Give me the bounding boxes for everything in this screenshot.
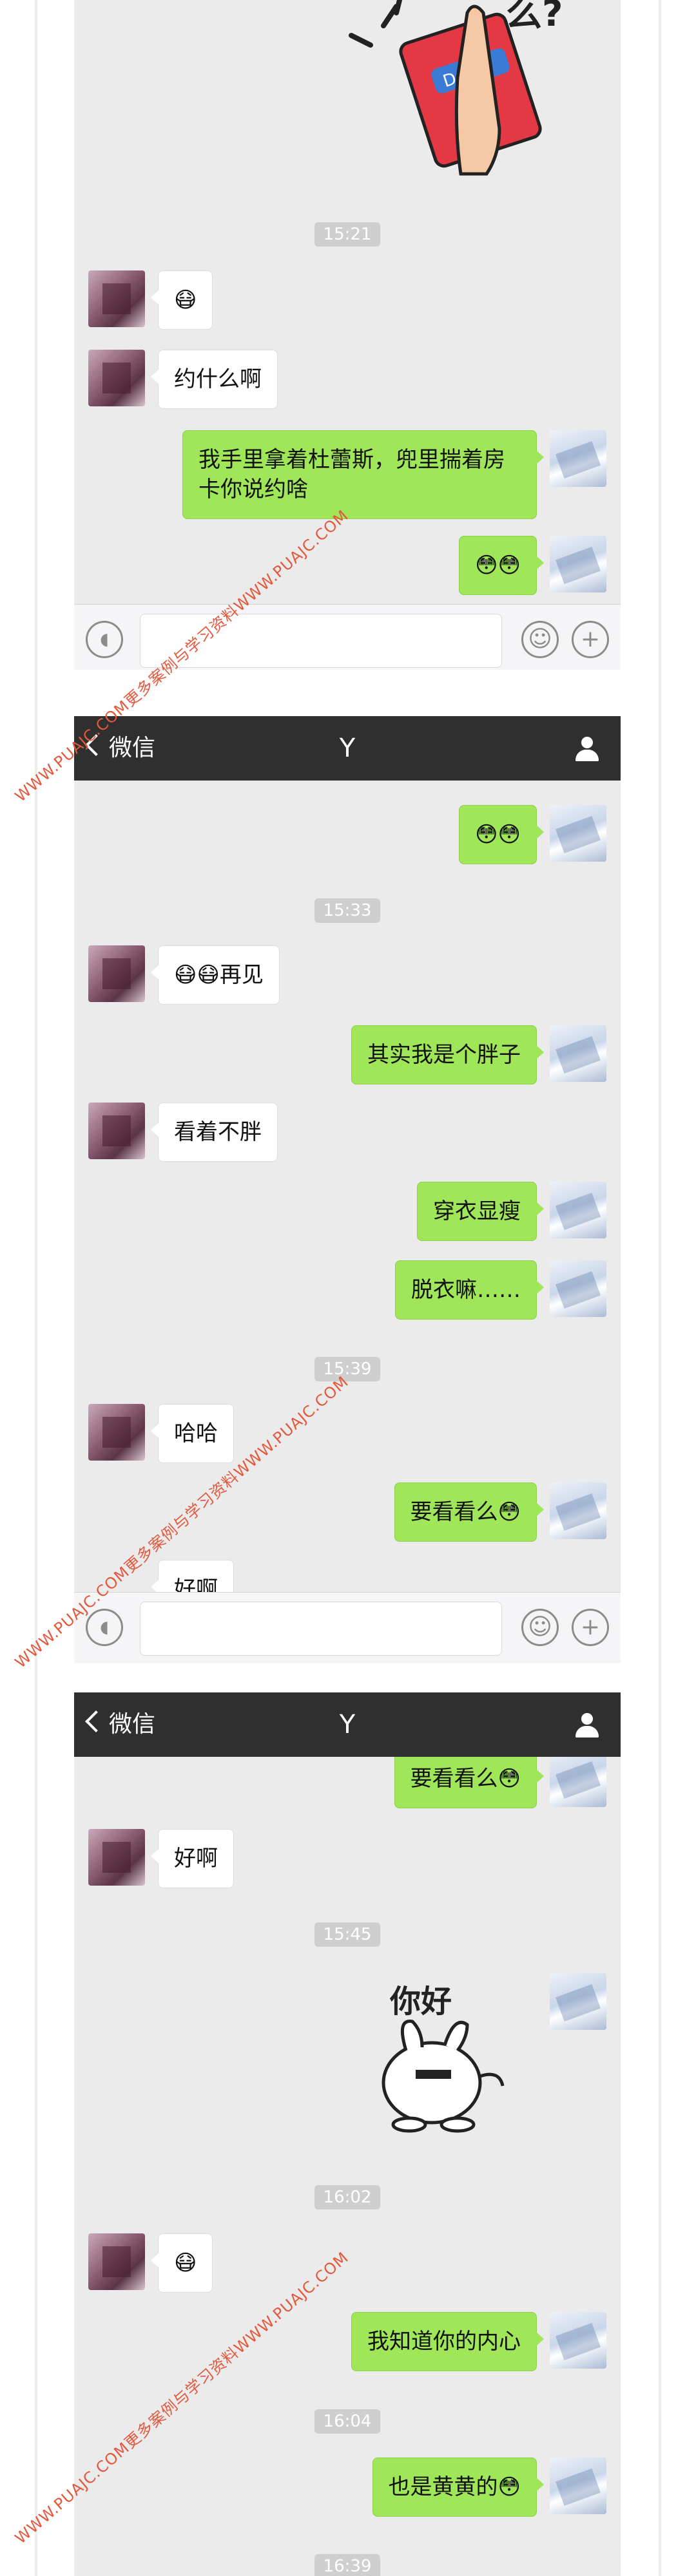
- message-bubble-outgoing[interactable]: 也是黄黄的😳: [372, 2458, 545, 2517]
- voice-icon[interactable]: ◖: [86, 621, 123, 658]
- message-bubble-incoming[interactable]: 约什么啊: [151, 350, 278, 409]
- plus-icon[interactable]: +: [572, 621, 609, 658]
- sticker-greeting-text: 你好: [389, 1984, 452, 2020]
- chat-title: Y: [339, 734, 356, 763]
- timestamp: 16:02: [74, 2185, 621, 2210]
- message-bubble-incoming[interactable]: 😷😷再见: [151, 945, 280, 1005]
- my-avatar[interactable]: [550, 2312, 606, 2369]
- rabbit-sticker[interactable]: 你好: [371, 1973, 519, 2134]
- timestamp: 15:45: [74, 1922, 621, 1947]
- message-bubble-outgoing[interactable]: 我知道你的内心: [351, 2312, 544, 2371]
- chat-navbar: 微信 Y: [74, 716, 621, 781]
- chat-navbar: 微信 Y: [74, 1692, 621, 1757]
- sticker-caption: 么?: [506, 0, 563, 35]
- message-bubble-incoming[interactable]: 😷: [150, 270, 213, 330]
- contact-avatar[interactable]: [88, 270, 145, 327]
- chat-screenshot-1: Durex 么? 15:21 😷 约什么啊 我手里拿着杜蕾斯，兜里揣着房卡你说约…: [74, 0, 621, 670]
- message-bubble-incoming[interactable]: 好啊: [151, 1560, 234, 1592]
- my-avatar[interactable]: [550, 1482, 606, 1539]
- my-avatar[interactable]: [550, 430, 606, 487]
- chat-input-bar: ◖ ☺ +: [74, 604, 621, 670]
- message-bubble-outgoing[interactable]: 脱衣嘛……: [395, 1260, 544, 1320]
- message-bubble-outgoing[interactable]: 要看看么😳: [394, 1482, 545, 1542]
- my-avatar[interactable]: [550, 1182, 606, 1238]
- chat-screenshot-3: 微信 Y 要看看么😳 好啊 15:45 你好 16:02 �: [74, 1692, 621, 2576]
- my-avatar[interactable]: [550, 1260, 606, 1317]
- message-bubble-outgoing[interactable]: 要看看么😳: [394, 1757, 545, 1808]
- my-avatar[interactable]: [550, 2458, 606, 2514]
- message-bubble-outgoing[interactable]: 穿衣显瘦: [417, 1182, 544, 1241]
- contact-avatar[interactable]: [88, 1404, 145, 1461]
- user-profile-icon[interactable]: [573, 735, 601, 764]
- message-row-partial: 要看看么😳: [74, 1757, 621, 1815]
- chat-input-bar: ◖ ☺ +: [74, 1592, 621, 1663]
- condom-sticker: Durex 么?: [345, 0, 564, 180]
- message-input[interactable]: [140, 1602, 502, 1656]
- my-avatar[interactable]: [550, 805, 606, 862]
- timestamp: 16:39: [74, 2554, 621, 2576]
- page-border-left: [35, 0, 37, 2576]
- contact-avatar[interactable]: [88, 945, 145, 1002]
- timestamp: 15:39: [74, 1357, 621, 1381]
- contact-avatar[interactable]: [88, 2233, 145, 2290]
- timestamp: 15:21: [74, 222, 621, 247]
- contact-avatar[interactable]: [88, 1829, 145, 1886]
- chat-screenshot-2: 微信 Y 😳😳 15:33 😷😷再见 其实我是个胖子 看着不胖 穿衣显瘦 脱衣嘛…: [74, 716, 621, 1663]
- message-bubble-incoming[interactable]: 😷: [150, 2233, 213, 2293]
- chat-title: Y: [339, 1710, 356, 1739]
- message-bubble-incoming[interactable]: 看着不胖: [151, 1103, 278, 1162]
- timestamp: 15:33: [74, 898, 621, 923]
- message-row-partial: 好啊: [74, 1560, 621, 1592]
- message-bubble-incoming[interactable]: 好啊: [151, 1829, 234, 1888]
- my-avatar[interactable]: [550, 1025, 606, 1082]
- page-border-right: [659, 0, 661, 2576]
- message-bubble-outgoing[interactable]: 其实我是个胖子: [351, 1025, 544, 1084]
- message-bubble-incoming[interactable]: 哈哈: [151, 1404, 234, 1463]
- plus-icon[interactable]: +: [572, 1609, 609, 1646]
- user-profile-icon[interactable]: [573, 1712, 601, 1740]
- my-avatar[interactable]: [550, 1757, 606, 1807]
- my-avatar[interactable]: [550, 536, 606, 592]
- my-avatar[interactable]: [550, 1973, 606, 2030]
- contact-avatar[interactable]: [88, 350, 145, 406]
- emoji-icon[interactable]: ☺: [521, 621, 559, 658]
- emoji-icon[interactable]: ☺: [521, 1609, 559, 1646]
- contact-avatar[interactable]: [88, 1103, 145, 1159]
- message-bubble-outgoing[interactable]: 😳😳: [459, 536, 544, 595]
- message-bubble-outgoing[interactable]: 😳😳: [459, 805, 544, 864]
- voice-icon[interactable]: ◖: [86, 1609, 123, 1646]
- message-bubble-outgoing[interactable]: 我手里拿着杜蕾斯，兜里揣着房卡你说约啥: [182, 430, 544, 519]
